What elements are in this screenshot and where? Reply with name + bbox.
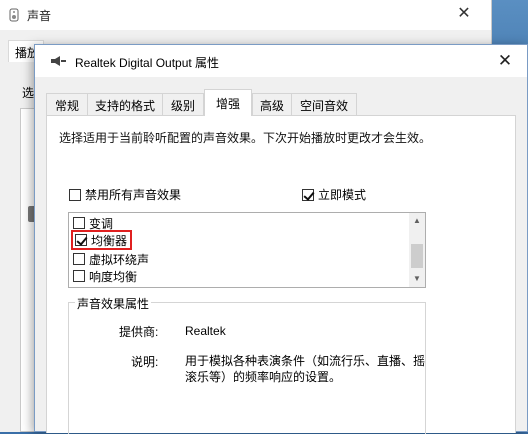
- effect-label: 响度均衡: [89, 269, 138, 284]
- tab-advanced[interactable]: 高级: [252, 93, 292, 115]
- description-label: 说明:: [131, 355, 159, 369]
- effect-label: 变调: [89, 216, 114, 231]
- checkbox-box[interactable]: [73, 253, 85, 265]
- disable-all-effects-label: 禁用所有声音效果: [85, 188, 182, 202]
- checkbox-box[interactable]: [302, 188, 314, 201]
- disable-all-effects-checkbox[interactable]: 禁用所有声音效果: [69, 186, 181, 203]
- dialog-title: Realtek Digital Output 属性: [75, 56, 220, 70]
- effect-label: 均衡器: [91, 233, 128, 248]
- checkbox-box[interactable]: [73, 217, 85, 229]
- background-close-button[interactable]: ✕: [449, 2, 479, 26]
- effect-properties-group: 声音效果属性 提供商: Realtek 说明: 用于模拟各种表演条件（如流行乐、…: [68, 295, 426, 434]
- speaker-app-icon: [9, 8, 19, 22]
- effect-properties-title: 声音效果属性: [75, 295, 152, 312]
- speaker-device-icon: [51, 56, 66, 66]
- background-window-title: 声音: [27, 9, 52, 23]
- enhancements-panel: 选择适用于当前聆听配置的声音效果。下次开始播放时更改才会生效。 禁用所有声音效果…: [46, 115, 516, 434]
- tab-general[interactable]: 常规: [46, 93, 88, 115]
- dialog-close-button[interactable]: ✕: [491, 49, 519, 73]
- effect-item-equalizer[interactable]: 均衡器: [71, 230, 133, 250]
- checkbox-box[interactable]: [75, 234, 87, 246]
- effect-item-pitch-shift[interactable]: 变调: [73, 215, 113, 231]
- tab-levels[interactable]: 级别: [162, 93, 204, 115]
- dialog-titlebar[interactable]: Realtek Digital Output 属性 ✕: [35, 45, 527, 77]
- provider-value: Realtek: [185, 324, 226, 338]
- effect-item-loudness-equalization[interactable]: 响度均衡: [73, 268, 137, 284]
- provider-label: 提供商:: [119, 325, 159, 339]
- scroll-up-icon[interactable]: ▲: [409, 213, 425, 229]
- effects-scrollbar[interactable]: ▲ ▼: [409, 213, 425, 287]
- scrollbar-thumb[interactable]: [411, 244, 423, 268]
- background-titlebar: 声音 ✕: [0, 0, 491, 30]
- tab-supported-formats[interactable]: 支持的格式: [87, 93, 163, 115]
- effects-list: 变调 均衡器 虚拟环绕声 响度均衡 ▲ ▼: [68, 212, 426, 288]
- properties-dialog: Realtek Digital Output 属性 ✕ 常规 支持的格式 级别 …: [34, 44, 528, 434]
- immediate-mode-checkbox[interactable]: 立即模式: [302, 186, 366, 203]
- effect-label: 虚拟环绕声: [89, 252, 150, 267]
- close-icon: ✕: [457, 5, 471, 22]
- checkbox-box[interactable]: [73, 270, 85, 282]
- description-value: 用于模拟各种表演条件（如流行乐、直播、摇滚乐等）的频率响应的设置。: [185, 354, 426, 384]
- immediate-mode-label: 立即模式: [318, 188, 367, 202]
- tab-enhancements[interactable]: 增强: [204, 89, 252, 116]
- tab-strip: 常规 支持的格式 级别 增强 高级 空间音效: [46, 89, 526, 116]
- effect-item-virtual-surround[interactable]: 虚拟环绕声: [73, 251, 149, 267]
- tab-spatial-sound[interactable]: 空间音效: [291, 93, 357, 115]
- checkbox-box[interactable]: [69, 188, 81, 201]
- close-icon: ✕: [497, 51, 513, 70]
- enhancements-description: 选择适用于当前聆听配置的声音效果。下次开始播放时更改才会生效。: [59, 131, 432, 145]
- scroll-down-icon[interactable]: ▼: [409, 271, 425, 287]
